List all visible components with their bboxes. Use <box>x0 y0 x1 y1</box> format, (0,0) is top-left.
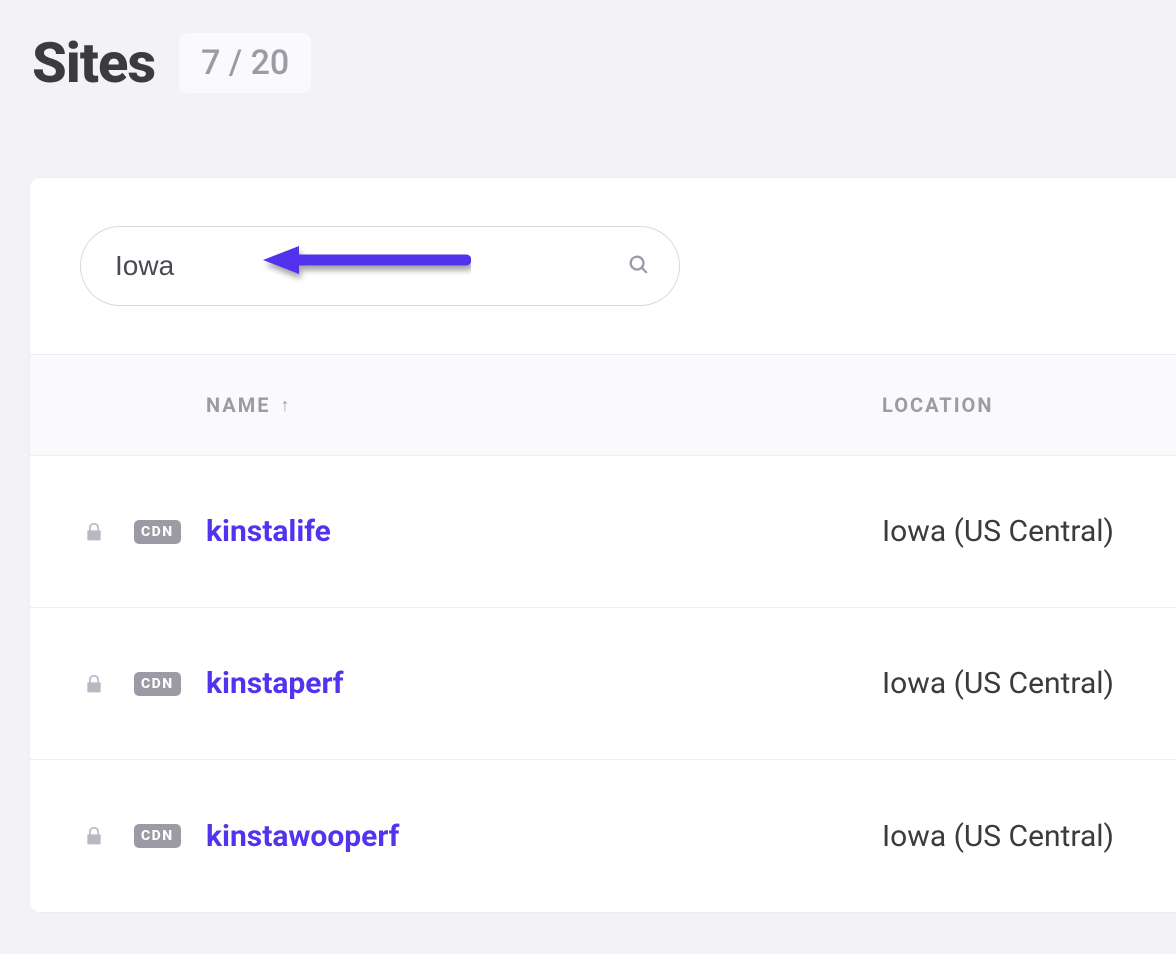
lock-icon <box>84 825 134 847</box>
cdn-badge-col: CDN <box>134 672 206 696</box>
column-header-location-label: LOCATION <box>882 393 993 417</box>
table-header: NAME ↑ LOCATION <box>30 354 1176 456</box>
table-row: CDN kinstawooperf Iowa (US Central) <box>30 760 1176 912</box>
table-row: CDN kinstaperf Iowa (US Central) <box>30 608 1176 760</box>
sort-ascending-icon: ↑ <box>280 395 291 416</box>
site-link[interactable]: kinstalife <box>206 514 331 549</box>
site-name-col: kinstalife <box>206 514 882 549</box>
site-location: Iowa (US Central) <box>882 819 1114 854</box>
column-header-name[interactable]: NAME ↑ <box>206 393 882 417</box>
page-header: Sites 7 / 20 <box>0 0 1176 96</box>
site-name-col: kinstaperf <box>206 666 882 701</box>
site-count-badge: 7 / 20 <box>179 33 311 93</box>
lock-icon <box>84 673 134 695</box>
column-header-name-label: NAME <box>206 393 270 417</box>
search-wrapper <box>80 226 680 306</box>
cdn-badge: CDN <box>134 672 181 696</box>
search-area <box>30 178 1176 354</box>
site-location: Iowa (US Central) <box>882 514 1114 549</box>
table-row: CDN kinstalife Iowa (US Central) <box>30 456 1176 608</box>
site-name-col: kinstawooperf <box>206 819 882 854</box>
site-location: Iowa (US Central) <box>882 666 1114 701</box>
cdn-badge-col: CDN <box>134 520 206 544</box>
lock-icon <box>84 521 134 543</box>
column-header-location[interactable]: LOCATION <box>882 393 993 417</box>
search-icon[interactable] <box>627 253 649 279</box>
page-title: Sites <box>32 30 155 96</box>
cdn-badge-col: CDN <box>134 824 206 848</box>
cdn-badge: CDN <box>134 824 181 848</box>
search-input[interactable] <box>81 227 679 305</box>
site-link[interactable]: kinstawooperf <box>206 819 399 854</box>
cdn-badge: CDN <box>134 520 181 544</box>
site-link[interactable]: kinstaperf <box>206 666 343 701</box>
sites-card: NAME ↑ LOCATION CDN kinstalife Iowa (US … <box>30 178 1176 912</box>
